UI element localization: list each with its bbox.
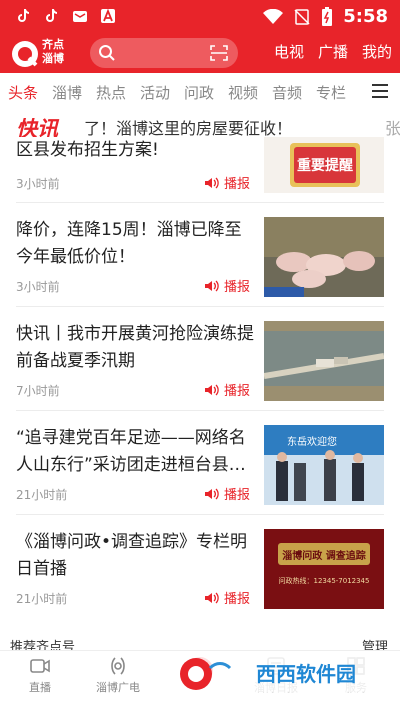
- thumb-text: 重要提醒: [297, 157, 353, 174]
- news-time: 21小时前: [16, 488, 68, 502]
- news-thumbnail: [264, 217, 384, 297]
- ticker-next: 张: [385, 119, 400, 137]
- news-title: 区县发布招生方案!: [16, 140, 159, 160]
- nav-label: 直播: [29, 681, 51, 694]
- speaker-icon: [205, 592, 219, 603]
- tab-audio[interactable]: 音频: [272, 82, 302, 103]
- list-item[interactable]: 降价，连降15周！淄博已降至今年最低价位！ 3小时前 播报: [0, 203, 400, 307]
- listen-button[interactable]: 播报: [204, 588, 250, 607]
- no-signal-icon: [294, 8, 310, 25]
- menu-icon[interactable]: [372, 84, 388, 98]
- listen-button[interactable]: 播报: [204, 484, 250, 503]
- my-link[interactable]: 我的: [362, 41, 392, 62]
- thumb-text: 淄博问政 调查追踪: [282, 549, 365, 562]
- search-input[interactable]: [90, 38, 238, 68]
- search-icon: [99, 45, 115, 61]
- tab-video[interactable]: 视频: [228, 82, 258, 103]
- list-item[interactable]: “追寻建党百年足迹——网络名人山东行”采访团走进桓台县… 21小时前 播报 东岳…: [0, 411, 400, 515]
- thumb-subtext: 问政热线：12345-7012345: [279, 576, 370, 585]
- news-time: 3小时前: [16, 177, 60, 191]
- battery-icon: [322, 6, 333, 26]
- wifi-icon: [263, 8, 284, 24]
- nav-label: 淄博广电: [96, 681, 140, 694]
- listen-button[interactable]: 播报: [204, 276, 250, 295]
- nav-live[interactable]: 直播: [10, 655, 70, 695]
- news-thumbnail: [264, 321, 384, 401]
- speaker-icon: [205, 488, 219, 499]
- watermark: 西西软件园: [176, 656, 382, 692]
- news-thumbnail: 淄博问政 调查追踪 问政热线：12345-7012345: [264, 529, 384, 609]
- list-item[interactable]: 《淄博问政•调查追踪》专栏明日首播 21小时前 播报 淄博问政 调查追踪 问政热…: [0, 515, 400, 619]
- logo-text: 齐点: [42, 38, 64, 51]
- category-tabs: 头条 淄博 热点 活动 问政 视频 音频 专栏: [0, 73, 400, 111]
- tab-hot[interactable]: 热点: [96, 82, 126, 103]
- tab-headline[interactable]: 头条: [8, 82, 38, 103]
- watermark-text: 西西软件园: [256, 662, 356, 686]
- news-thumbnail: 重要提醒: [264, 137, 384, 193]
- app-a-icon: [101, 8, 115, 23]
- listen-label: 播报: [224, 384, 251, 399]
- listen-label: 播报: [224, 488, 251, 503]
- listen-button[interactable]: 播报: [204, 173, 250, 192]
- list-item[interactable]: 快讯丨我市开展黄河抢险演练提前备战夏季汛期 7小时前 播报: [0, 307, 400, 411]
- listen-label: 播报: [224, 280, 251, 295]
- video-camera-icon: [30, 659, 50, 673]
- news-title: 《淄博问政•调查追踪》专栏明日首播: [16, 532, 248, 579]
- logo-text: 淄博: [42, 52, 64, 65]
- broadcast-icon: [111, 657, 125, 675]
- speaker-icon: [205, 177, 219, 188]
- tab-zibo[interactable]: 淄博: [52, 82, 82, 103]
- tab-column[interactable]: 专栏: [316, 82, 346, 103]
- status-bar: 5:58: [0, 0, 400, 35]
- tab-activity[interactable]: 活动: [140, 82, 170, 103]
- news-thumbnail: 东岳欢迎您: [264, 425, 384, 505]
- nav-broadcast[interactable]: 淄博广电: [88, 655, 148, 695]
- tv-link[interactable]: 电视: [274, 41, 304, 62]
- thumb-text: 东岳欢迎您: [287, 435, 337, 448]
- tiktok-icon: [18, 8, 30, 22]
- clock: 5:58: [343, 6, 388, 27]
- news-title: “追寻建党百年足迹——网络名人山东行”采访团走进桓台县…: [16, 428, 246, 475]
- header-bar: 齐点 淄博 电视 广播 我的: [0, 35, 400, 73]
- news-ticker[interactable]: 快讯 了！淄博这里的房屋要征收！ 张: [0, 111, 400, 137]
- tab-inquiry[interactable]: 问政: [184, 82, 214, 103]
- news-time: 7小时前: [16, 384, 60, 398]
- scan-icon[interactable]: [210, 45, 228, 61]
- listen-button[interactable]: 播报: [204, 380, 250, 399]
- flash-badge: 快讯: [16, 117, 58, 137]
- list-item[interactable]: 区县发布招生方案! 3小时前 播报 重要提醒: [0, 137, 400, 203]
- speaker-icon: [205, 280, 219, 291]
- tiktok-icon: [46, 8, 58, 22]
- speaker-icon: [205, 384, 219, 395]
- news-title: 降价，连降15周！淄博已降至今年最低价位！: [16, 220, 242, 267]
- listen-label: 播报: [224, 177, 251, 192]
- mail-icon: [73, 11, 87, 22]
- news-time: 21小时前: [16, 592, 68, 606]
- news-time: 3小时前: [16, 280, 60, 294]
- news-title: 快讯丨我市开展黄河抢险演练提前备战夏季汛期: [16, 324, 254, 371]
- ticker-text: 了！淄博这里的房屋要征收！: [84, 119, 293, 137]
- radio-link[interactable]: 广播: [318, 41, 348, 62]
- recommend-header: 推荐齐点号 管理: [0, 620, 400, 655]
- listen-label: 播报: [224, 592, 251, 607]
